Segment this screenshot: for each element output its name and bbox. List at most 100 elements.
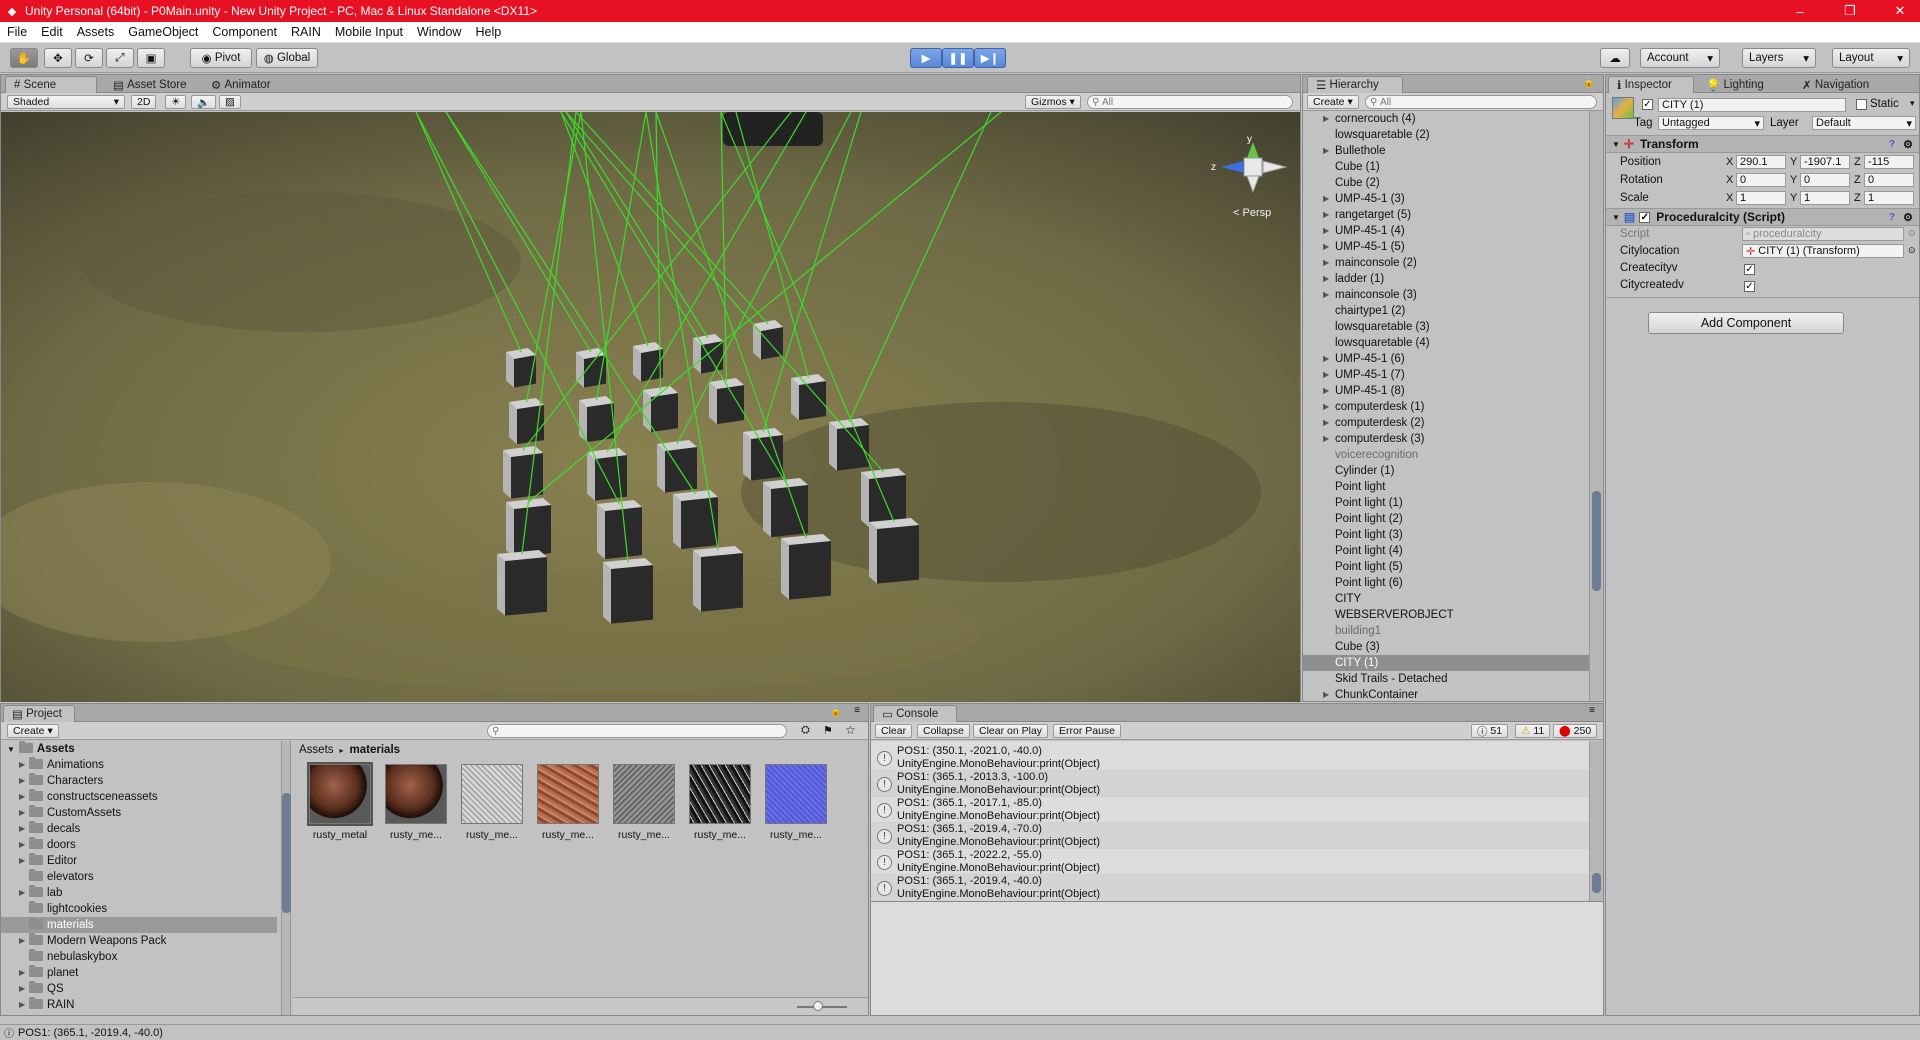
status-text[interactable]: POS1: (365.1, -2019.4, -40.0) bbox=[18, 1027, 163, 1039]
console-log-entry[interactable]: ! POS1: (365.1, -2013.3, -100.0) UnityEngi… bbox=[871, 771, 1589, 797]
pivot-button[interactable]: ◉ Pivot bbox=[190, 48, 252, 68]
material-asset[interactable]: rusty_me... bbox=[607, 764, 681, 841]
tab-animator[interactable]: ⚙ Animator bbox=[203, 76, 279, 93]
expand-arrow-icon[interactable]: ▶ bbox=[1323, 351, 1329, 367]
errors-toggle[interactable]: ⬤ 250 bbox=[1553, 724, 1598, 738]
expand-arrow-icon[interactable]: ▶ bbox=[19, 837, 25, 853]
projection-label[interactable]: < Persp bbox=[1233, 207, 1271, 219]
expand-arrow-icon[interactable]: ▶ bbox=[19, 757, 25, 773]
gizmos-dropdown[interactable]: Gizmos ▾ bbox=[1025, 95, 1081, 109]
menu-component[interactable]: Component bbox=[205, 25, 284, 39]
project-folder-item[interactable]: ▶ Characters bbox=[1, 773, 277, 789]
cloud-button[interactable]: ☁ bbox=[1600, 48, 1630, 68]
console-log-entry[interactable]: ! POS1: (365.1, -2017.1, -85.0) UnityEngin… bbox=[871, 797, 1589, 823]
menu-file[interactable]: File bbox=[0, 25, 34, 39]
close-button[interactable]: ✕ bbox=[1880, 0, 1920, 22]
expand-arrow-icon[interactable]: ▶ bbox=[19, 773, 25, 789]
rotate-tool-button[interactable]: ⟳ bbox=[75, 48, 103, 68]
play-button[interactable]: ▶ bbox=[910, 48, 942, 68]
hierarchy-item[interactable]: ▶ UMP-45-1 (3) bbox=[1303, 191, 1589, 207]
transform-z-field[interactable]: -115 bbox=[1864, 155, 1914, 169]
citycreatedv-checkbox[interactable]: ✓ bbox=[1744, 281, 1755, 292]
hierarchy-item[interactable]: lowsquaretable (4) bbox=[1303, 335, 1589, 351]
transform-x-field[interactable]: 290.1 bbox=[1736, 155, 1786, 169]
project-folder-item[interactable]: ▶ lab bbox=[1, 885, 277, 901]
expand-arrow-icon[interactable]: ▶ bbox=[1323, 287, 1329, 303]
project-folder-item[interactable]: ▶ QS bbox=[1, 981, 277, 997]
hierarchy-item[interactable]: CITY (1) bbox=[1303, 655, 1589, 671]
hierarchy-item[interactable]: ▶ ladder (1) bbox=[1303, 271, 1589, 287]
help-icon[interactable]: ? bbox=[1889, 212, 1895, 223]
expand-arrow-icon[interactable]: ▶ bbox=[1323, 111, 1329, 127]
tab-inspector[interactable]: ℹ Inspector bbox=[1608, 76, 1694, 93]
panel-menu-icon[interactable]: ≡ bbox=[854, 705, 860, 716]
folder-tree-scrollbar[interactable] bbox=[281, 741, 291, 1015]
project-create-dropdown[interactable]: Create ▾ bbox=[7, 724, 59, 738]
console-clear-on-play-button[interactable]: Clear on Play bbox=[973, 724, 1049, 738]
transform-x-field[interactable]: 1 bbox=[1736, 191, 1786, 205]
shading-mode-dropdown[interactable]: Shaded ▾ bbox=[7, 95, 125, 109]
expand-arrow-icon[interactable]: ▶ bbox=[1323, 191, 1329, 207]
expand-arrow-icon[interactable]: ▶ bbox=[1323, 431, 1329, 447]
expand-arrow-icon[interactable]: ▶ bbox=[19, 965, 25, 981]
expand-arrow-icon[interactable]: ▶ bbox=[1323, 223, 1329, 239]
thumbnail-size-slider-handle[interactable] bbox=[813, 1001, 823, 1011]
transform-x-field[interactable]: 0 bbox=[1736, 173, 1786, 187]
transform-y-field[interactable]: 0 bbox=[1800, 173, 1850, 187]
active-checkbox[interactable]: ✓ bbox=[1642, 99, 1653, 110]
expand-arrow-icon[interactable]: ▶ bbox=[19, 789, 25, 805]
menu-edit[interactable]: Edit bbox=[34, 25, 70, 39]
citylocation-field[interactable]: ✛ CITY (1) (Transform) bbox=[1742, 244, 1904, 258]
menu-help[interactable]: Help bbox=[468, 25, 508, 39]
expand-arrow-icon[interactable]: ▶ bbox=[1323, 271, 1329, 287]
hierarchy-scroll-thumb[interactable] bbox=[1592, 491, 1601, 591]
hierarchy-item[interactable]: ▶ UMP-45-1 (6) bbox=[1303, 351, 1589, 367]
hierarchy-item[interactable]: lowsquaretable (3) bbox=[1303, 319, 1589, 335]
project-folder-item[interactable]: lightcookies bbox=[1, 901, 277, 917]
axis-z-label[interactable]: Z bbox=[1854, 156, 1861, 168]
expand-arrow-icon[interactable]: ▶ bbox=[1323, 399, 1329, 415]
tag-dropdown[interactable]: Untagged ▾ bbox=[1658, 116, 1764, 130]
tab-console[interactable]: ▭ Console bbox=[873, 705, 957, 722]
messages-toggle[interactable]: ⓘ 51 bbox=[1471, 724, 1509, 738]
hierarchy-item[interactable]: Point light (1) bbox=[1303, 495, 1589, 511]
material-asset[interactable]: rusty_me... bbox=[683, 764, 757, 841]
expand-arrow-icon[interactable]: ▶ bbox=[19, 933, 25, 949]
tab-scene[interactable]: # Scene bbox=[5, 76, 97, 93]
hand-tool-button[interactable]: ✋ bbox=[10, 48, 38, 68]
hierarchy-item[interactable]: chairtype1 (2) bbox=[1303, 303, 1589, 319]
console-scrollbar[interactable] bbox=[1589, 741, 1603, 901]
hierarchy-item[interactable]: Point light (3) bbox=[1303, 527, 1589, 543]
expand-arrow-icon[interactable]: ▶ bbox=[1323, 687, 1329, 701]
collapse-arrow-icon[interactable]: ▼ bbox=[1612, 140, 1620, 149]
console-clear-button[interactable]: Clear bbox=[875, 724, 913, 738]
rect-tool-button[interactable]: ▣ bbox=[137, 48, 165, 68]
maximize-button[interactable]: ❐ bbox=[1830, 0, 1870, 22]
axis-y-label[interactable]: Y bbox=[1790, 174, 1797, 186]
expand-arrow-icon[interactable]: ▶ bbox=[19, 885, 25, 901]
axis-x-label[interactable]: X bbox=[1726, 156, 1733, 168]
menu-window[interactable]: Window bbox=[410, 25, 468, 39]
tab-project[interactable]: ▤ Project bbox=[3, 705, 75, 722]
project-folder-item[interactable]: ▶ RAIN bbox=[1, 997, 277, 1013]
hierarchy-item[interactable]: Cube (2) bbox=[1303, 175, 1589, 191]
effects-dropdown[interactable]: ▨ bbox=[219, 95, 241, 109]
hierarchy-item[interactable]: CITY bbox=[1303, 591, 1589, 607]
move-tool-button[interactable]: ✥ bbox=[44, 48, 72, 68]
hierarchy-item[interactable]: ▶ UMP-45-1 (5) bbox=[1303, 239, 1589, 255]
project-folder-item[interactable]: ▶ doors bbox=[1, 837, 277, 853]
folder-tree-scroll-thumb[interactable] bbox=[282, 793, 291, 913]
lighting-toggle[interactable]: ☀ bbox=[165, 95, 187, 109]
scene-viewport[interactable]: y z < Persp bbox=[1, 112, 1300, 702]
transform-z-field[interactable]: 1 bbox=[1864, 191, 1914, 205]
transform-y-field[interactable]: 1 bbox=[1800, 191, 1850, 205]
console-scroll-thumb[interactable] bbox=[1592, 873, 1601, 893]
collapse-arrow-icon[interactable]: ▼ bbox=[7, 745, 15, 754]
hierarchy-item[interactable]: Point light (5) bbox=[1303, 559, 1589, 575]
scale-tool-button[interactable]: ⤢ bbox=[106, 48, 134, 68]
2d-toggle[interactable]: 2D bbox=[131, 95, 157, 109]
minimize-button[interactable]: – bbox=[1780, 0, 1820, 22]
static-checkbox[interactable] bbox=[1856, 99, 1867, 110]
gear-icon[interactable]: ⚙ bbox=[1903, 138, 1913, 151]
console-log-entry[interactable]: ! POS1: (365.1, -2019.4, -70.0) UnityEngin… bbox=[871, 823, 1589, 849]
